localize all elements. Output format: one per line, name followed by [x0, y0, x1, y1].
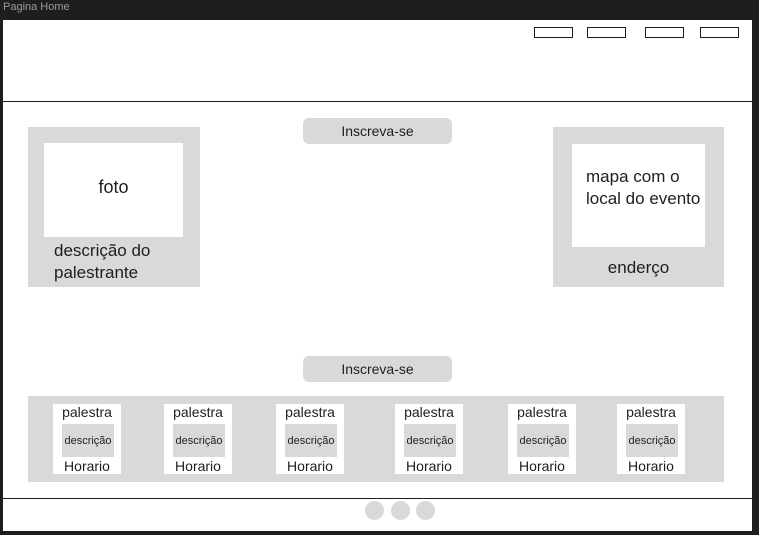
talk-description: descrição — [173, 424, 225, 457]
talk-description: descrição — [404, 424, 456, 457]
talk-card[interactable]: palestra descrição Horario — [395, 404, 463, 474]
talk-description: descrição — [285, 424, 337, 457]
talk-time: Horario — [287, 458, 333, 474]
talk-title: palestra — [404, 404, 454, 420]
talk-time: Horario — [175, 458, 221, 474]
footer-divider — [3, 498, 752, 499]
nav-button-2[interactable] — [587, 27, 626, 38]
talk-title: palestra — [626, 404, 676, 420]
talk-description: descrição — [626, 424, 678, 457]
footer-dot-icon[interactable] — [365, 501, 384, 520]
home-page-frame: Inscreva-se foto descrição do palestrant… — [3, 20, 752, 531]
talk-time: Horario — [628, 458, 674, 474]
speaker-card: foto descrição do palestrante — [28, 127, 200, 287]
signup-button-bottom[interactable]: Inscreva-se — [303, 356, 452, 382]
talk-title: palestra — [62, 404, 112, 420]
event-map-label: mapa com o local do evento — [586, 167, 701, 208]
nav-button-3[interactable] — [645, 27, 684, 38]
talk-card[interactable]: palestra descrição Horario — [508, 404, 576, 474]
talk-title: palestra — [173, 404, 223, 420]
header-divider — [3, 101, 752, 102]
speaker-photo: foto — [44, 143, 183, 237]
footer-dot-icon[interactable] — [391, 501, 410, 520]
talk-time: Horario — [519, 458, 565, 474]
location-card: mapa com o local do evento enderço — [553, 127, 724, 287]
talk-description: descrição — [517, 424, 569, 457]
event-address: enderço — [607, 258, 670, 277]
talk-card[interactable]: palestra descrição Horario — [53, 404, 121, 474]
signup-button-top[interactable]: Inscreva-se — [303, 118, 452, 144]
nav-button-1[interactable] — [534, 27, 573, 38]
talk-title: palestra — [285, 404, 335, 420]
footer-dot-icon[interactable] — [416, 501, 435, 520]
speaker-description: descrição do palestrante — [54, 241, 151, 282]
talk-card[interactable]: palestra descrição Horario — [276, 404, 344, 474]
event-map[interactable]: mapa com o local do evento — [572, 144, 705, 247]
talk-title: palestra — [517, 404, 567, 420]
nav-button-4[interactable] — [700, 27, 739, 38]
talk-card[interactable]: palestra descrição Horario — [617, 404, 685, 474]
talk-card[interactable]: palestra descrição Horario — [164, 404, 232, 474]
frame-title: Pagina Home — [3, 1, 70, 13]
talk-description: descrição — [62, 424, 114, 457]
talk-time: Horario — [406, 458, 452, 474]
talk-time: Horario — [64, 458, 110, 474]
speaker-photo-label: foto — [98, 177, 129, 197]
